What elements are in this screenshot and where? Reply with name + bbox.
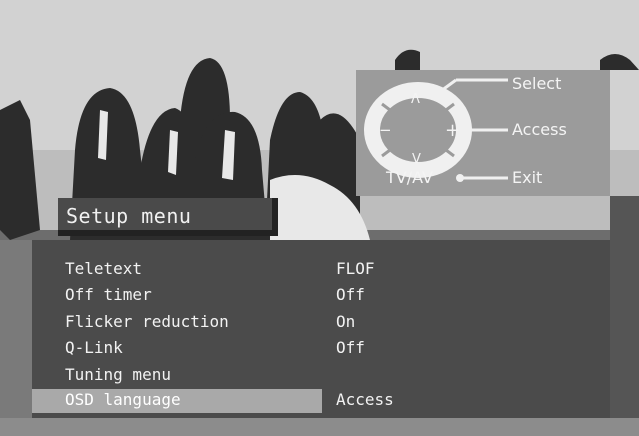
menu-item-flicker-reduction[interactable]: Flicker reduction On	[32, 310, 610, 334]
menu-item-value: Off	[336, 285, 365, 304]
menu-item-label: Off timer	[65, 285, 152, 304]
menu-item-label: OSD language	[65, 390, 181, 409]
menu-item-label: Teletext	[65, 259, 143, 278]
menu-item-teletext[interactable]: Teletext FLOF	[32, 257, 610, 281]
menu-item-value: Access	[336, 390, 394, 409]
menu-item-label: Flicker reduction	[65, 312, 229, 331]
menu-item-tuning-menu[interactable]: Tuning menu	[32, 363, 610, 387]
exit-label: Exit	[512, 168, 543, 187]
setup-menu-title: Setup menu	[58, 198, 278, 236]
tv-screen: Λ V − + Select Access TV/AV Exit Setup m…	[0, 0, 639, 436]
access-label: Access	[512, 120, 567, 139]
nav-down-glyph: V	[412, 152, 421, 167]
nav-up-glyph: Λ	[411, 92, 420, 107]
menu-item-value: On	[336, 312, 356, 331]
menu-item-value: Off	[336, 338, 365, 357]
select-label: Select	[512, 74, 562, 93]
menu-item-q-link[interactable]: Q-Link Off	[32, 336, 610, 360]
tv-av-label: TV/AV	[386, 168, 433, 187]
menu-item-label: Q-Link	[65, 338, 123, 357]
menu-item-value: FLOF	[336, 259, 375, 278]
menu-item-label: Tuning menu	[65, 365, 171, 384]
menu-item-osd-language[interactable]: OSD language Access	[32, 388, 610, 413]
menu-item-off-timer[interactable]: Off timer Off	[32, 283, 610, 307]
nav-minus-glyph: −	[379, 121, 392, 139]
nav-plus-glyph: +	[445, 120, 461, 141]
